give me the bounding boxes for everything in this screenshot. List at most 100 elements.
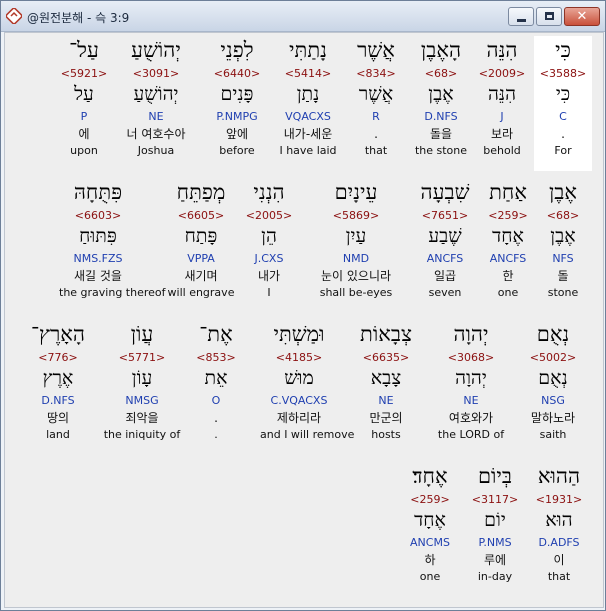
morphology-code: O [211,394,221,407]
english-gloss: will engrave [167,286,235,299]
strongs-number[interactable]: <834> [337,67,415,81]
english-gloss: the iniquity of [103,428,181,441]
hebrew-word: עֲוֹן [130,322,154,346]
hebrew-lemma: אֶרֶץ [42,367,74,389]
hebrew-lemma: אֵת [204,367,228,389]
strongs-number[interactable]: <853> [177,351,255,365]
hebrew-lemma: עַל [74,83,94,105]
hebrew-word: שִׁבְעָה [420,180,470,204]
korean-gloss: 내가-세운 [283,127,333,141]
strongs-number[interactable]: <2005> [230,209,308,223]
hebrew-lemma: מוּשׁ [284,367,314,389]
hebrew-lemma: פָּנִים [220,83,254,105]
hebrew-lemma: עָוֹן [131,367,153,389]
morphology-code: VPPA [187,252,215,265]
hebrew-word: יְהוֹשֻׁעַ [131,38,181,62]
word-cell[interactable]: וּמַשְׁתִּי <4185> מוּשׁ C.VQACXS 제하리라 and I … [260,322,354,448]
word-cell[interactable]: מְפַתֵּחַ <6605> פָּתַח VPPA 새기며 will engrave [162,180,240,306]
korean-gloss: 제하리라 [276,411,322,425]
word-cell[interactable]: צְבָאוֹת <6635> צָבָא NE 만군의 hosts [347,322,425,448]
strongs-number[interactable]: <7651> [406,209,484,223]
word-cell[interactable]: עֲוֹן <5771> עָוֹן NMSG 죄악을 the iniquity of [103,322,181,448]
morphology-code: VQACXS [285,110,331,123]
word-cell[interactable]: נְאֻם <5002> נְאֻם NSG 말하노라 saith [514,322,592,448]
hebrew-lemma: אֶחָד [414,509,446,531]
korean-gloss: 죄악을 [125,411,159,425]
english-gloss: I [267,286,271,299]
window-title: @원전분해 - 슥 3:9 [27,11,130,25]
korean-gloss: 너 여호수아 [126,127,186,141]
word-cell[interactable]: שִׁבְעָה <7651> שֶׁבַע ANCFS 일곱 seven [406,180,484,306]
english-gloss: the LORD of [437,428,505,441]
english-gloss: Joshua [137,144,175,157]
analysis-panel: כִּי <3588> כִּי C. For הִנֵּה <2009> הִנֵּה J 보라… [4,32,604,608]
close-button[interactable]: ✕ [564,7,600,26]
hebrew-word: נָתַתִּי [289,38,327,62]
hebrew-lemma: פִּתּוּחַ [79,225,117,247]
korean-gloss: 앞에 [225,127,249,141]
word-cell[interactable]: אֶחָד׃ <259> אֶחָד ANCMS 하 one [391,464,469,590]
hebrew-word: יְהוָה [453,322,489,346]
hebrew-word: פִּתֻּחָהּ [73,180,123,204]
maximize-button[interactable] [536,7,562,26]
minimize-button[interactable] [508,7,534,26]
korean-gloss: 새길 것을 [74,269,122,283]
hebrew-word: אֶחָד׃ [412,464,448,488]
morphology-code: NMSG [125,394,159,407]
word-cell[interactable]: יְהוָה <3068> יְהוָה NE 여호와가 the LORD of [432,322,510,448]
strongs-number[interactable]: <6603> [59,209,137,223]
morphology-code: P.NMPG [216,110,258,123]
hebrew-word: נְאֻם [536,322,570,346]
strongs-number[interactable]: <5414> [269,67,347,81]
strongs-number[interactable]: <3091> [117,67,195,81]
english-gloss: seven [428,286,462,299]
morphology-code: NMS.FZS [73,252,123,265]
close-icon: ✕ [576,9,588,24]
strongs-number[interactable]: <776> [19,351,97,365]
word-cell[interactable]: הָאָרֶץ־ <776> אֶרֶץ D.NFS 땅의 land [19,322,97,448]
english-gloss: upon [70,144,98,157]
morphology-code: NE [148,110,164,123]
korean-gloss: 여호와가 [448,411,494,425]
strongs-number[interactable]: <5002> [514,351,592,365]
hebrew-lemma: יְהוֹשֻׁעַ [133,83,179,105]
word-cell[interactable]: עֵינָיִם <5869> עַיִן NMD 눈이 있으니라 shall be-ey… [317,180,395,306]
morphology-code: C.VQACXS [270,394,328,407]
strongs-number[interactable]: <6440> [198,67,276,81]
word-cell[interactable]: נָתַתִּי <5414> נָתַן VQACXS 내가-세운 I have lai… [269,38,347,164]
hebrew-word: אֶת־ [199,322,233,346]
korean-gloss: 땅의 [46,411,70,425]
strongs-number[interactable]: <5921> [45,67,123,81]
korean-gloss: 하 [424,553,436,567]
word-cell[interactable]: לִפְנֵי <6440> פָּנִים P.NMPG 앞에 before [198,38,276,164]
hebrew-lemma: יְהוָה [455,367,487,389]
word-cell[interactable]: הִנְנִי <2005> הֵן J.CXS 내가 I [230,180,308,306]
korean-gloss: 말하노라 [530,411,576,425]
strongs-number[interactable]: <5869> [317,209,395,223]
korean-gloss: 눈이 있으니라 [320,269,392,283]
word-cell[interactable]: יְהוֹשֻׁעַ <3091> יְהוֹשֻׁעַ NE 너 여호수아 Joshua [117,38,195,164]
minimize-icon [517,19,526,22]
strongs-number[interactable]: <5771> [103,351,181,365]
english-gloss: the graving thereof [59,286,166,299]
strongs-number[interactable]: <3068> [432,351,510,365]
hebrew-word: מְפַתֵּחַ [176,180,226,204]
morphology-code: D.NFS [41,394,75,407]
app-window: @원전분해 - 슥 3:9 ✕ כִּי <3588> כִּי C. For הִנֵּ… [0,0,606,611]
hebrew-word: לִפְנֵי [220,38,254,62]
word-cell[interactable]: פִּתֻּחָהּ <6603> פִּתּוּחַ NMS.FZS 새길 것을 the… [59,180,166,306]
word-cell[interactable]: עַל־ <5921> עַל P 에 upon [45,38,123,164]
title-bar[interactable]: @원전분해 - 슥 3:9 ✕ [1,1,605,32]
word-cell[interactable]: אֲשֶׁר <834> אֲשֶׁר R. that [337,38,415,164]
english-gloss: . [214,428,218,441]
strongs-number[interactable]: <4185> [260,351,338,365]
strongs-number[interactable]: <259> [391,493,469,507]
strongs-number[interactable]: <6605> [162,209,240,223]
hebrew-lemma: אֲשֶׁר [358,83,394,105]
hebrew-lemma: שֶׁבַע [428,225,462,247]
word-cell[interactable]: אֶת־ <853> אֵת O.. [177,322,255,448]
korean-gloss: 에 [78,127,90,141]
strongs-number[interactable]: <6635> [347,351,425,365]
hebrew-lemma: נְאֻם [538,367,568,389]
hebrew-word: הִנְנִי [253,180,285,204]
